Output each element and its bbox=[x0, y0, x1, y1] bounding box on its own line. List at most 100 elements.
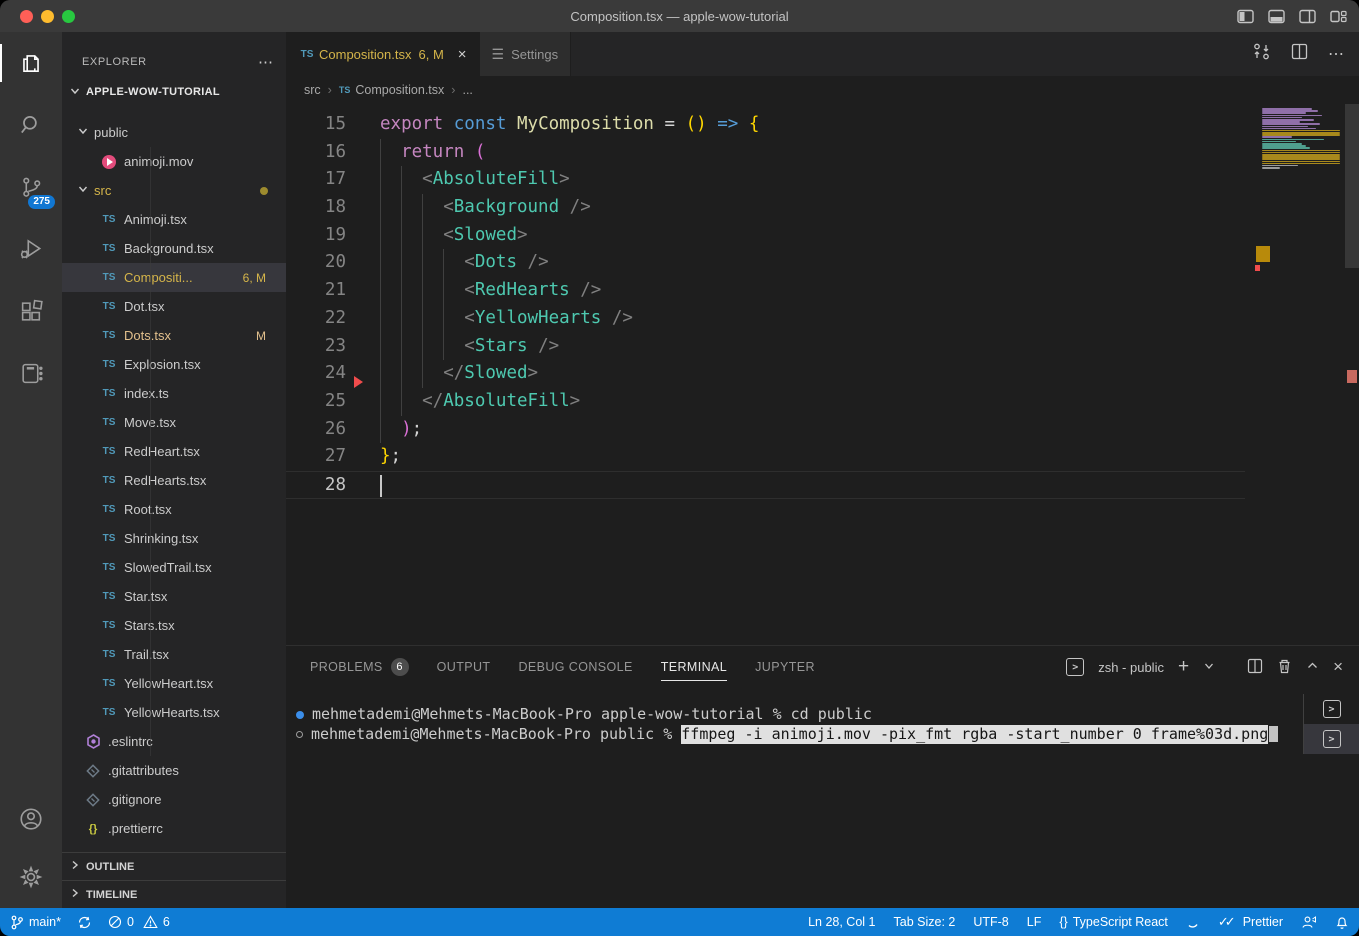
notebook-icon[interactable] bbox=[0, 342, 62, 404]
code-line-20[interactable]: 20 <Dots /> bbox=[286, 249, 1245, 277]
run-debug-icon[interactable] bbox=[0, 218, 62, 280]
explorer-icon[interactable] bbox=[0, 32, 62, 94]
toggle-sidebar-icon[interactable] bbox=[1237, 9, 1254, 24]
sync-changes-item[interactable] bbox=[77, 915, 92, 930]
terminal-tab-item[interactable]: > bbox=[1304, 724, 1359, 754]
editor-tab-Composition.tsx[interactable]: TSComposition.tsx6, M× bbox=[286, 32, 480, 76]
scrollbar-thumb[interactable] bbox=[1345, 104, 1359, 268]
outline-section[interactable]: OUTLINE bbox=[62, 852, 286, 880]
language-mode-item[interactable]: {} TypeScript React bbox=[1059, 915, 1168, 929]
breadcrumb-folder[interactable]: src bbox=[304, 83, 321, 97]
code-line-15[interactable]: 15export const MyComposition = () => { bbox=[286, 111, 1245, 139]
code-line-23[interactable]: 23 <Stars /> bbox=[286, 333, 1245, 361]
code-line-28[interactable]: 28 bbox=[286, 471, 1245, 499]
explorer-actions-icon[interactable]: ⋯ bbox=[258, 53, 274, 71]
notifications-bell-icon[interactable] bbox=[1335, 915, 1349, 930]
code-line-25[interactable]: 25 </AbsoluteFill> bbox=[286, 388, 1245, 416]
indentation-item[interactable]: Tab Size: 2 bbox=[894, 915, 956, 929]
tree-item[interactable]: TSCompositi...6, M bbox=[62, 263, 286, 292]
eol-item[interactable]: LF bbox=[1027, 915, 1042, 929]
close-tab-icon[interactable]: × bbox=[458, 46, 467, 63]
maximize-panel-icon[interactable] bbox=[1306, 659, 1319, 675]
code-line-17[interactable]: 17 <AbsoluteFill> bbox=[286, 166, 1245, 194]
close-window-button[interactable] bbox=[20, 10, 33, 23]
panel-tab-TERMINAL[interactable]: TERMINAL bbox=[661, 646, 727, 688]
extensions-icon[interactable] bbox=[0, 280, 62, 342]
tree-item[interactable]: {}.prettierrc bbox=[62, 814, 286, 843]
workspace-root-folder[interactable]: APPLE-WOW-TUTORIAL bbox=[62, 78, 286, 106]
git-branch-item[interactable]: main* bbox=[10, 915, 61, 930]
timeline-section[interactable]: TIMELINE bbox=[62, 880, 286, 908]
panel-tab-JUPYTER[interactable]: JUPYTER bbox=[755, 646, 815, 688]
tree-item[interactable]: TSindex.ts bbox=[62, 379, 286, 408]
feedback-icon[interactable] bbox=[1301, 915, 1317, 930]
tree-item[interactable]: TSStars.tsx bbox=[62, 611, 286, 640]
account-icon[interactable] bbox=[0, 790, 62, 848]
more-actions-icon[interactable]: ⋯ bbox=[1328, 44, 1345, 64]
toggle-panel-icon[interactable] bbox=[1268, 9, 1285, 24]
split-editor-icon[interactable] bbox=[1291, 43, 1308, 65]
tree-item[interactable]: TSMove.tsx bbox=[62, 408, 286, 437]
tree-item[interactable]: .eslintrc bbox=[62, 727, 286, 756]
code-line-22[interactable]: 22 <YellowHearts /> bbox=[286, 305, 1245, 333]
customize-layout-icon[interactable] bbox=[1330, 9, 1347, 24]
settings-icon[interactable] bbox=[0, 848, 62, 906]
close-panel-icon[interactable]: × bbox=[1333, 657, 1343, 677]
terminal-line[interactable]: mehmetademi@Mehmets-MacBook-Pro apple-wo… bbox=[296, 705, 1303, 725]
breadcrumb-symbol[interactable]: ... bbox=[462, 83, 472, 97]
code-line-24[interactable]: 24 </Slowed> bbox=[286, 360, 1245, 388]
kill-terminal-icon[interactable] bbox=[1277, 658, 1292, 677]
terminal-line[interactable]: mehmetademi@Mehmets-MacBook-Pro public %… bbox=[296, 725, 1303, 745]
minimize-window-button[interactable] bbox=[41, 10, 54, 23]
tree-item[interactable]: TSYellowHearts.tsx bbox=[62, 698, 286, 727]
panel-tab-PROBLEMS[interactable]: PROBLEMS6 bbox=[310, 646, 409, 688]
terminal-tab-item[interactable]: > bbox=[1304, 694, 1359, 724]
tree-item[interactable]: TSExplosion.tsx bbox=[62, 350, 286, 379]
code-line-27[interactable]: 27}; bbox=[286, 443, 1245, 471]
terminal-output[interactable]: mehmetademi@Mehmets-MacBook-Pro apple-wo… bbox=[286, 688, 1303, 908]
code-line-21[interactable]: 21 <RedHearts /> bbox=[286, 277, 1245, 305]
split-terminal-icon[interactable] bbox=[1247, 658, 1263, 677]
tree-item[interactable]: .gitattributes bbox=[62, 756, 286, 785]
terminal-dropdown-icon[interactable] bbox=[1203, 660, 1215, 675]
tree-folder-src[interactable]: src bbox=[62, 176, 286, 205]
tree-item[interactable]: TSAnimoji.tsx bbox=[62, 205, 286, 234]
tree-item[interactable]: TSRoot.tsx bbox=[62, 495, 286, 524]
tree-item[interactable]: TSDots.tsxM bbox=[62, 321, 286, 350]
tree-item[interactable]: TSRedHearts.tsx bbox=[62, 466, 286, 495]
tree-folder-public[interactable]: public bbox=[62, 118, 286, 147]
tree-item[interactable]: TSYellowHeart.tsx bbox=[62, 669, 286, 698]
new-terminal-icon[interactable]: + bbox=[1178, 656, 1189, 678]
tree-item[interactable]: TSShrinking.tsx bbox=[62, 524, 286, 553]
open-changes-icon[interactable] bbox=[1252, 42, 1271, 66]
zoom-window-button[interactable] bbox=[62, 10, 75, 23]
code-editor[interactable]: 15export const MyComposition = () => {16… bbox=[286, 104, 1359, 645]
panel-tab-DEBUG CONSOLE[interactable]: DEBUG CONSOLE bbox=[518, 646, 632, 688]
code-line-19[interactable]: 19 <Slowed> bbox=[286, 222, 1245, 250]
tree-item[interactable]: TSRedHeart.tsx bbox=[62, 437, 286, 466]
terminal-title[interactable]: zsh - public bbox=[1098, 660, 1164, 675]
problems-item[interactable]: 0 6 bbox=[108, 915, 170, 929]
tree-item[interactable]: animoji.mov bbox=[62, 147, 286, 176]
breadcrumb[interactable]: src › TS Composition.tsx › ... bbox=[286, 76, 1359, 104]
tree-item[interactable]: TSTrail.tsx bbox=[62, 640, 286, 669]
editor-tab-Settings[interactable]: ☰Settings bbox=[480, 32, 572, 76]
editor-scrollbar[interactable] bbox=[1345, 104, 1359, 645]
search-icon[interactable] bbox=[0, 94, 62, 156]
tree-item[interactable]: TSSlowedTrail.tsx bbox=[62, 553, 286, 582]
code-line-16[interactable]: 16 return ( bbox=[286, 139, 1245, 167]
tree-item[interactable]: {}package-lock.json bbox=[62, 843, 286, 852]
code-line-26[interactable]: 26 ); bbox=[286, 416, 1245, 444]
breadcrumb-file[interactable]: Composition.tsx bbox=[355, 83, 444, 97]
tree-item[interactable]: TSBackground.tsx bbox=[62, 234, 286, 263]
minimap[interactable] bbox=[1262, 108, 1342, 169]
code-line-18[interactable]: 18 <Background /> bbox=[286, 194, 1245, 222]
source-control-icon[interactable]: 275 bbox=[0, 156, 62, 218]
tree-item[interactable]: TSStar.tsx bbox=[62, 582, 286, 611]
toggle-secondary-sidebar-icon[interactable] bbox=[1299, 9, 1316, 24]
formatter-item[interactable]: Prettier bbox=[1218, 914, 1283, 930]
cursor-position-item[interactable]: Ln 28, Col 1 bbox=[808, 915, 875, 929]
tree-item[interactable]: .gitignore bbox=[62, 785, 286, 814]
encoding-item[interactable]: UTF-8 bbox=[973, 915, 1008, 929]
tree-item[interactable]: TSDot.tsx bbox=[62, 292, 286, 321]
